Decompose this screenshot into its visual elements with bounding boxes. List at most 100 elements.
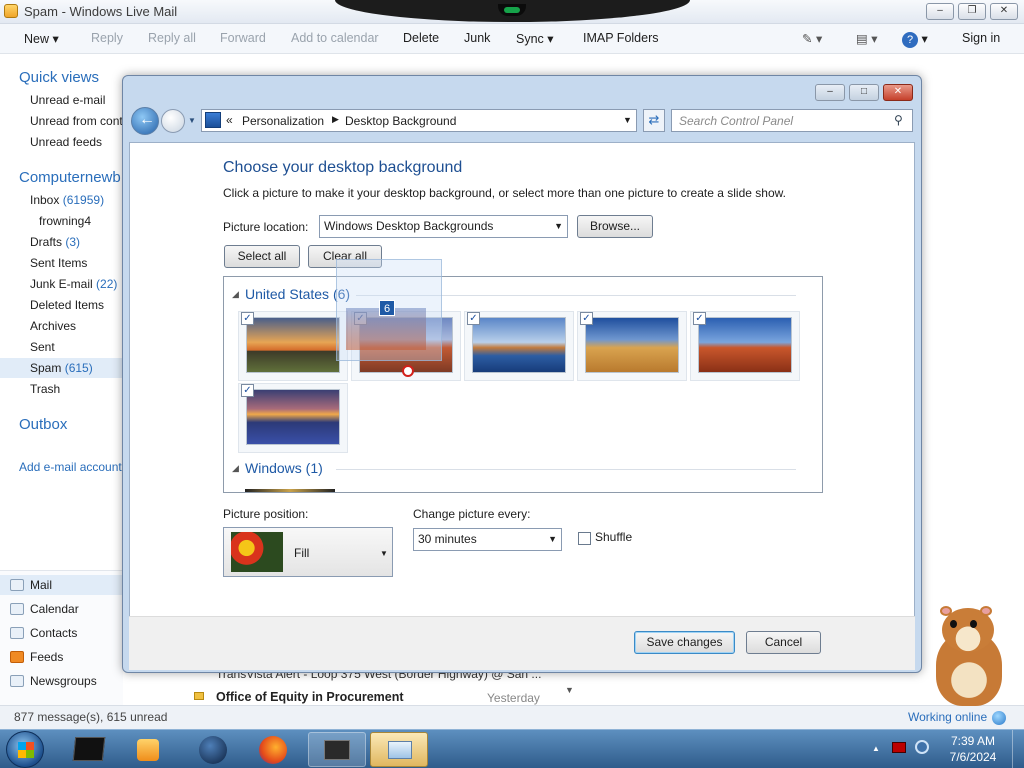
delete-button[interactable]: Delete <box>403 31 439 45</box>
picture-location-select[interactable]: Windows Desktop Backgrounds ▼ <box>319 215 568 238</box>
folder-junk[interactable]: Junk E-mail (22) <box>30 277 117 291</box>
folder-trash[interactable]: Trash <box>30 382 60 396</box>
nav-calendar[interactable]: Calendar <box>10 602 79 616</box>
search-control-panel-input[interactable]: Search Control Panel ⚲ <box>671 109 913 132</box>
change-every-select[interactable]: 30 minutes ▼ <box>413 528 562 551</box>
wallpaper-thumbnail[interactable]: ✓ <box>238 383 348 453</box>
add-email-account-link[interactable]: Add e-mail account <box>19 460 122 474</box>
rss-icon <box>10 651 24 663</box>
folder-sent-items[interactable]: Sent Items <box>30 256 87 270</box>
wallpaper-checkbox[interactable]: ✓ <box>467 312 480 325</box>
show-hidden-icons[interactable]: ▲ <box>872 744 880 753</box>
wallpaper-checkbox[interactable]: ✓ <box>241 312 254 325</box>
scroll-down-icon[interactable]: ▼ <box>565 685 574 695</box>
back-button[interactable]: ← <box>131 107 159 135</box>
sync-button[interactable]: Sync ▾ <box>516 31 554 46</box>
sign-in-link[interactable]: Sign in <box>962 31 1000 45</box>
start-button[interactable] <box>6 731 44 768</box>
taskbar-firefox[interactable] <box>244 732 302 767</box>
folder-archives[interactable]: Archives <box>30 319 76 333</box>
new-button[interactable]: New ▾ <box>24 31 59 46</box>
nav-newsgroups[interactable]: Newsgroups <box>10 674 97 688</box>
collapse-group-icon[interactable]: ◢ <box>232 463 239 474</box>
taskbar: ▲ 7:39 AM 7/6/2024 <box>0 729 1024 768</box>
breadcrumb-desktop-background[interactable]: Desktop Background <box>345 114 456 128</box>
nav-contacts[interactable]: Contacts <box>10 626 77 640</box>
address-dropdown-icon[interactable]: ▼ <box>623 115 632 125</box>
picture-position-select[interactable]: Fill ▼ <box>223 527 393 577</box>
junk-button[interactable]: Junk <box>464 31 490 45</box>
select-all-button[interactable]: Select all <box>224 245 300 268</box>
forward-button[interactable]: Forward <box>220 31 266 45</box>
pen-icon[interactable]: ✎ ▾ <box>802 31 822 46</box>
hamster-gadget[interactable] <box>928 606 1008 708</box>
taskbar-media-player[interactable] <box>120 732 178 767</box>
mail-bottom-nav: Mail Calendar Contacts Feeds Newsgroups <box>0 570 123 705</box>
clock[interactable]: 7:39 AM 7/6/2024 <box>938 733 1008 765</box>
show-desktop-button[interactable] <box>1012 730 1024 768</box>
minimize-button[interactable]: – <box>926 3 954 20</box>
restore-button[interactable]: ❐ <box>958 3 986 20</box>
folder-sent[interactable]: Sent <box>30 340 55 354</box>
tray-flag-icon[interactable] <box>892 742 906 753</box>
add-to-calendar-button[interactable]: Add to calendar <box>291 31 379 45</box>
clock-date: 7/6/2024 <box>949 750 997 764</box>
network-icon[interactable] <box>915 740 929 754</box>
dialog-minimize-button[interactable]: – <box>815 84 845 101</box>
reply-all-button[interactable]: Reply all <box>148 31 196 45</box>
windows-logo-icon <box>18 742 34 758</box>
close-button[interactable]: ✕ <box>990 3 1018 20</box>
wallpaper-checkbox[interactable]: ✓ <box>693 312 706 325</box>
taskbar-control-panel[interactable] <box>308 732 366 767</box>
wallpaper-thumbnail[interactable]: ✓ <box>238 311 348 381</box>
taskbar-windows-live-mail[interactable] <box>370 732 428 767</box>
nav-mail[interactable]: Mail <box>10 578 52 592</box>
wallpaper-thumbnail[interactable]: ✓ <box>464 311 574 381</box>
wallpaper-checkbox[interactable]: ✓ <box>241 384 254 397</box>
shuffle-checkbox[interactable] <box>578 532 591 545</box>
terminal-icon <box>72 737 106 761</box>
search-icon[interactable]: ⚲ <box>894 113 903 127</box>
mail-status-bar: 877 message(s), 615 unread Working onlin… <box>0 705 1024 729</box>
dialog-close-button[interactable]: ✕ <box>883 84 913 101</box>
hamster-ear <box>940 606 952 616</box>
wallpaper-checkbox[interactable]: ✓ <box>580 312 593 325</box>
refresh-icon[interactable]: ⇄ <box>643 109 665 132</box>
quick-views-heading[interactable]: Quick views <box>19 69 99 86</box>
imap-folders-button[interactable]: IMAP Folders <box>583 31 659 45</box>
nav-feeds[interactable]: Feeds <box>10 650 63 664</box>
account-heading[interactable]: Computernewb <box>19 169 121 186</box>
quick-view-item[interactable]: Unread feeds <box>30 135 102 149</box>
wallpaper-thumbnail[interactable]: ✓ <box>690 311 800 381</box>
shuffle-label[interactable]: Shuffle <box>595 530 632 544</box>
wallpaper-thumbnail[interactable]: ✓ <box>577 311 687 381</box>
folder-frowning4[interactable]: frowning4 <box>39 214 91 228</box>
help-icon[interactable]: ? ▾ <box>902 31 928 48</box>
group-heading-united-states[interactable]: United States (6) <box>245 286 350 302</box>
outbox-heading[interactable]: Outbox <box>19 416 67 433</box>
message-row-subject[interactable]: Office of Equity in Procurement <box>216 690 404 704</box>
taskbar-cmd[interactable] <box>60 732 118 767</box>
group-heading-windows[interactable]: Windows (1) <box>245 460 323 476</box>
reply-button[interactable]: Reply <box>91 31 123 45</box>
folder-drafts[interactable]: Drafts (3) <box>30 235 80 249</box>
quick-view-item[interactable]: Unread from cont <box>30 114 123 128</box>
folder-deleted-items[interactable]: Deleted Items <box>30 298 104 312</box>
forward-nav-button[interactable] <box>161 109 185 133</box>
breadcrumb-prefix[interactable]: « <box>226 113 233 127</box>
taskbar-browser-globe[interactable] <box>184 732 242 767</box>
folder-inbox[interactable]: Inbox (61959) <box>30 193 104 207</box>
browse-button[interactable]: Browse... <box>577 215 653 238</box>
history-dropdown-icon[interactable]: ▼ <box>188 116 196 125</box>
breadcrumb-personalization[interactable]: Personalization <box>242 114 324 128</box>
collapse-group-icon[interactable]: ◢ <box>232 289 239 300</box>
picture-position-label: Picture position: <box>223 507 309 521</box>
folder-spam[interactable]: Spam (615) <box>30 361 93 375</box>
address-bar[interactable]: « Personalization ▶ Desktop Background ▼ <box>201 109 637 132</box>
quick-view-item[interactable]: Unread e-mail <box>30 93 105 107</box>
dialog-maximize-button[interactable]: □ <box>849 84 879 101</box>
save-changes-button[interactable]: Save changes <box>634 631 735 654</box>
menu-icon[interactable]: ▤ ▾ <box>856 31 878 46</box>
cancel-button[interactable]: Cancel <box>746 631 821 654</box>
chevron-down-icon: ▼ <box>548 534 557 544</box>
